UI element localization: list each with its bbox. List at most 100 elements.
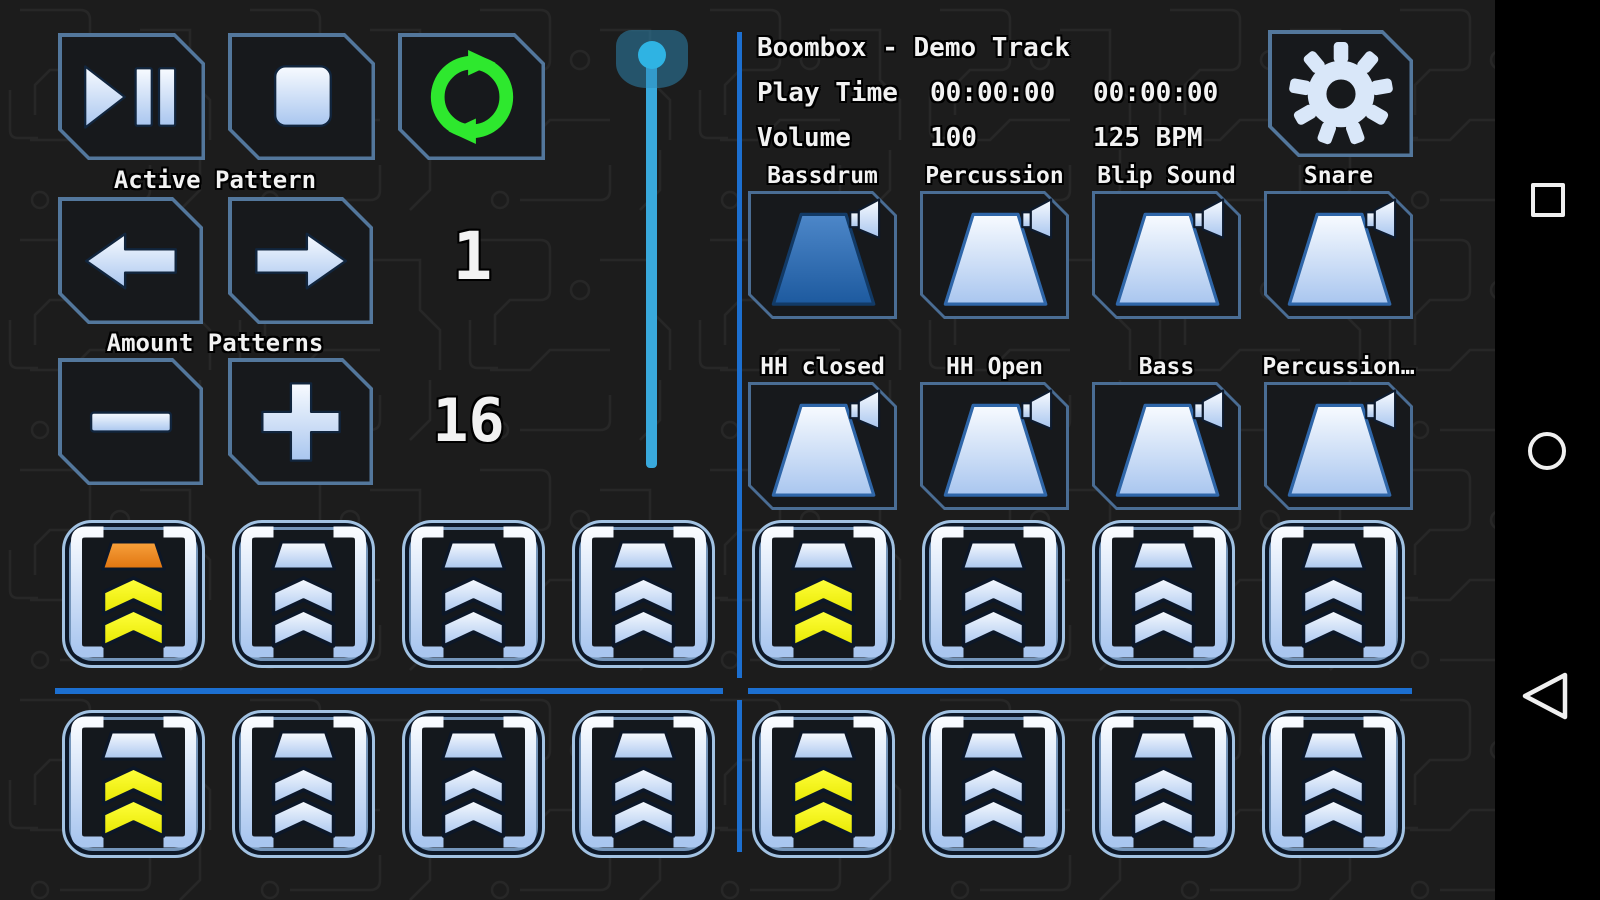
pattern-next-button[interactable] [228, 197, 373, 324]
pad-button-6[interactable] [920, 382, 1069, 510]
pattern-prev-button[interactable] [58, 197, 203, 324]
step-icon [1271, 716, 1396, 848]
step-icon [1101, 716, 1226, 848]
playhead-bar [611, 730, 676, 761]
volume-slider-thumb[interactable] [638, 41, 666, 69]
sample-pad-icon [771, 198, 881, 306]
playhead-bar [271, 730, 336, 761]
pad-button-4[interactable] [1264, 191, 1413, 319]
chevrons [611, 766, 676, 838]
play-time-total: 00:00:00 [1093, 78, 1219, 108]
step-button-9[interactable] [62, 710, 205, 858]
step-button-4[interactable] [572, 520, 715, 668]
step-button-1[interactable] [62, 520, 205, 668]
step-button-6[interactable] [922, 520, 1065, 668]
home-circle-icon[interactable] [1528, 432, 1566, 470]
app-area: Active Pattern 1 Amount Patterns 16 Boom… [0, 0, 1495, 900]
step-icon [71, 716, 196, 848]
pad-cell: Percussion [920, 163, 1069, 323]
step-button-8[interactable] [1262, 520, 1405, 668]
pad-label: Blip Sound [1097, 163, 1236, 189]
step-icon [761, 526, 886, 658]
step-button-12[interactable] [572, 710, 715, 858]
step-icon [931, 526, 1056, 658]
pad-cell: HH Open [920, 354, 1069, 514]
speaker-icon [1021, 389, 1053, 430]
chevrons [1301, 766, 1366, 838]
recents-square-icon[interactable] [1531, 183, 1565, 217]
step-button-14[interactable] [922, 710, 1065, 858]
playhead-bar [961, 730, 1026, 761]
playhead-bar [271, 540, 336, 571]
chevrons [1301, 576, 1366, 648]
volume-slider-track[interactable] [646, 48, 657, 468]
chevrons [791, 766, 856, 838]
sample-pad-icon [1115, 198, 1225, 306]
stop-button[interactable] [228, 33, 375, 160]
android-navbar [1495, 0, 1600, 900]
back-triangle-icon[interactable] [1521, 671, 1569, 721]
step-icon [581, 526, 706, 658]
sample-pad-icon [1115, 389, 1225, 497]
volume-label: Volume [757, 123, 851, 153]
step-button-11[interactable] [402, 710, 545, 858]
step-button-7[interactable] [1092, 520, 1235, 668]
pad-button-1[interactable] [748, 191, 897, 319]
step-icon [411, 526, 536, 658]
playhead-bar [791, 540, 856, 571]
step-icon [241, 716, 366, 848]
speaker-icon [849, 389, 881, 430]
sample-pad-icon [943, 198, 1053, 306]
chevrons [101, 576, 166, 648]
gear-icon [1288, 41, 1393, 144]
chevrons [1131, 576, 1196, 648]
step-button-2[interactable] [232, 520, 375, 668]
stop-icon [273, 64, 332, 127]
volume-value: 100 [930, 123, 977, 153]
pad-button-8[interactable] [1264, 382, 1413, 510]
sample-pad-icon [943, 389, 1053, 497]
chevrons [441, 576, 506, 648]
pad-button-5[interactable] [748, 382, 897, 510]
play-time-elapsed: 00:00:00 [930, 78, 1056, 108]
chevrons [271, 576, 336, 648]
pad-label: Percussion [925, 163, 1064, 189]
playhead-bar [101, 730, 166, 761]
chevrons [611, 576, 676, 648]
pad-label: HH closed [760, 354, 885, 380]
speaker-icon [849, 198, 881, 239]
step-icon [761, 716, 886, 848]
play-pause-button[interactable] [58, 33, 205, 160]
pad-label: Bass [1138, 354, 1195, 380]
step-button-5[interactable] [752, 520, 895, 668]
step-button-10[interactable] [232, 710, 375, 858]
chevrons [101, 766, 166, 838]
screen: Active Pattern 1 Amount Patterns 16 Boom… [0, 0, 1600, 900]
pad-label: HH Open [946, 354, 1043, 380]
vertical-divider [737, 700, 742, 852]
settings-button[interactable] [1268, 30, 1413, 157]
bpm-value: 125 BPM [1093, 123, 1203, 153]
horizontal-divider [748, 688, 1412, 694]
step-button-13[interactable] [752, 710, 895, 858]
chevrons [441, 766, 506, 838]
loop-button[interactable] [398, 33, 545, 160]
speaker-icon [1193, 389, 1225, 430]
arrow-right-icon [254, 232, 347, 289]
step-button-3[interactable] [402, 520, 545, 668]
pad-button-3[interactable] [1092, 191, 1241, 319]
step-icon [1271, 526, 1396, 658]
chevrons [791, 576, 856, 648]
step-button-15[interactable] [1092, 710, 1235, 858]
playhead-bar [611, 540, 676, 571]
playhead-bar [961, 540, 1026, 571]
pad-button-7[interactable] [1092, 382, 1241, 510]
pattern-decrease-button[interactable] [58, 358, 203, 485]
step-icon [241, 526, 366, 658]
pad-cell: Bass [1092, 354, 1241, 514]
pad-button-2[interactable] [920, 191, 1069, 319]
speaker-icon [1193, 198, 1225, 239]
step-button-16[interactable] [1262, 710, 1405, 858]
pattern-increase-button[interactable] [228, 358, 373, 485]
playhead-bar [1131, 730, 1196, 761]
